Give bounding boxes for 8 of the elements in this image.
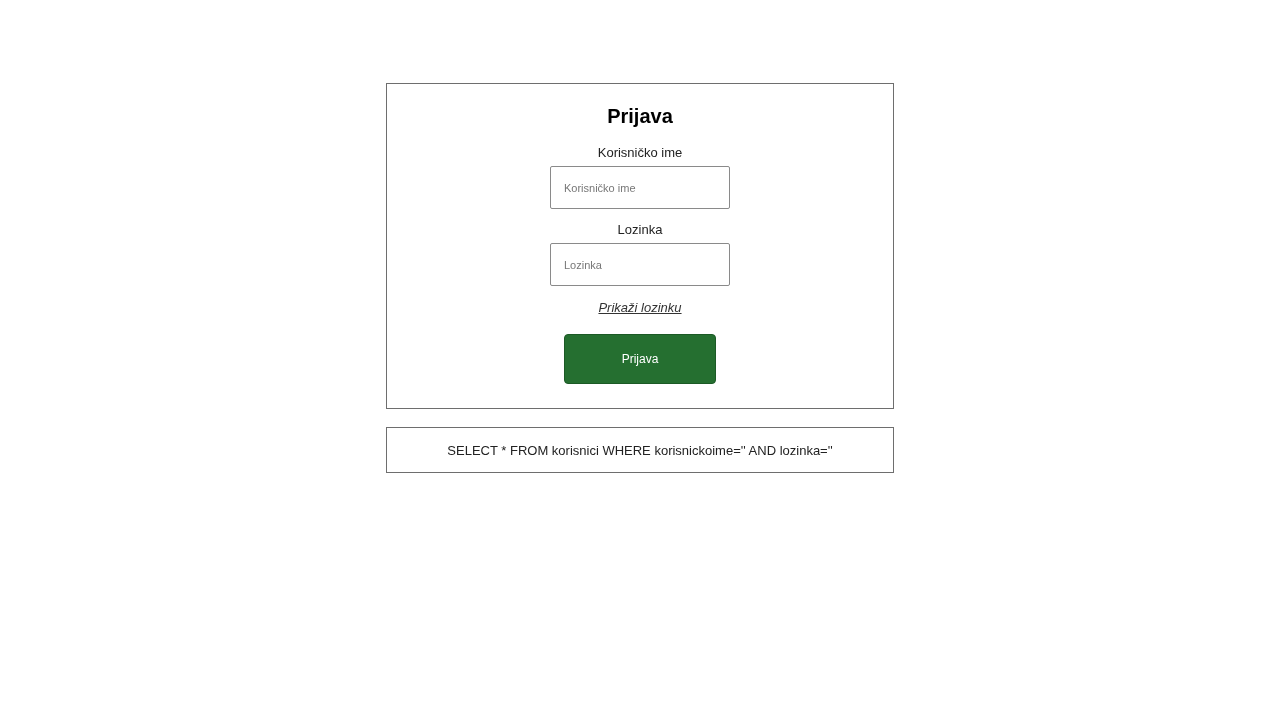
sql-query-text: SELECT * FROM korisnici WHERE korisnickoime='' AND lozinka='' — [447, 442, 833, 458]
field-label: Korisničko ime — [597, 145, 683, 161]
login-title: Prijava — [607, 104, 673, 128]
input-field[interactable]: Lozinka — [550, 243, 730, 286]
input-field[interactable]: Korisničko ime — [550, 166, 730, 209]
login-button[interactable]: Prijava — [564, 334, 716, 384]
show-password-link[interactable]: Prikaži lozinku — [598, 300, 682, 316]
field-label: Lozinka — [617, 222, 663, 238]
